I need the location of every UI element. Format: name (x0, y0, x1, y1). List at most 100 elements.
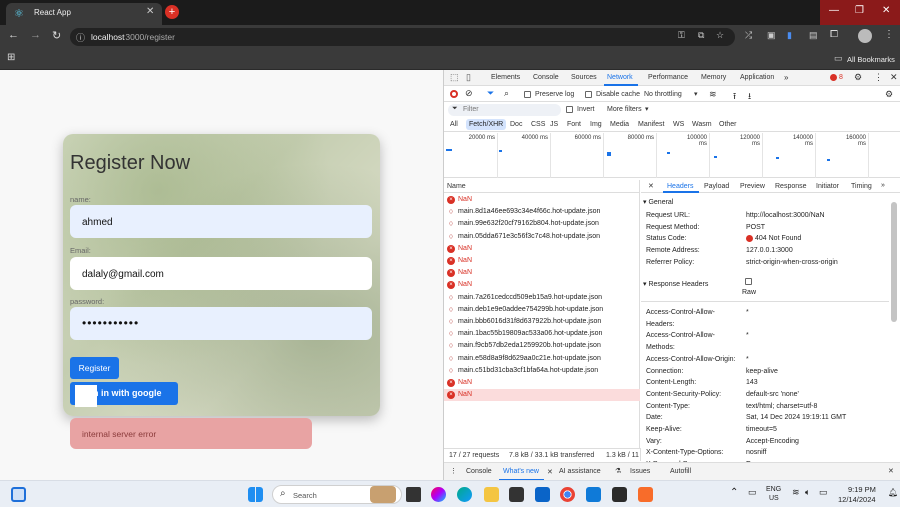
request-row[interactable]: ⟨⟩ main.99e632f20cf79162b804.hot-update.j… (444, 218, 640, 230)
issues-count[interactable]: 8 (839, 74, 843, 81)
extensions-puzzle-icon[interactable]: ⧠ (830, 29, 838, 40)
name-field[interactable]: ahmed (70, 205, 372, 238)
drawer-tab-whats-new[interactable]: What's new (503, 468, 539, 475)
drawer-tab-autofill[interactable]: Autofill (670, 468, 691, 475)
record-icon[interactable] (450, 90, 458, 98)
preserve-log-label[interactable]: Preserve log (535, 91, 574, 98)
request-row[interactable]: ⟨⟩ main.f9cb57db2eda1259920b.hot-update.j… (444, 340, 640, 352)
request-row[interactable]: × NaN (444, 194, 640, 206)
disable-cache-checkbox[interactable] (585, 91, 592, 98)
request-row[interactable]: ⟨⟩ main.bbb6016d31f8d637922b.hot-update.j… (444, 316, 640, 328)
preserve-log-checkbox[interactable] (524, 91, 531, 98)
profile-avatar[interactable] (858, 29, 872, 43)
tab-memory[interactable]: Memory (701, 74, 726, 81)
invert-label[interactable]: Invert (577, 106, 595, 113)
request-row[interactable]: ⟨⟩ main.1bac55b19809ac533a06.hot-update.j… (444, 328, 640, 340)
type-ws[interactable]: WS (673, 121, 684, 128)
close-tab-icon[interactable]: ✕ (146, 6, 154, 17)
type-font[interactable]: Font (567, 121, 581, 128)
request-row[interactable]: ⟨⟩ main.c51bd31cba3cf1bfa64a.hot-update.j… (444, 365, 640, 377)
star-icon[interactable]: ☆ (716, 30, 724, 41)
tab-console[interactable]: Console (533, 74, 559, 81)
browser-tab[interactable]: ⚛ React App ✕ (6, 3, 162, 25)
type-js[interactable]: JS (550, 121, 558, 128)
task-view-icon[interactable] (406, 487, 421, 502)
drawer-menu-icon[interactable]: ⋮ (450, 467, 457, 475)
type-manifest[interactable]: Manifest (638, 121, 664, 128)
start-icon[interactable] (248, 487, 263, 502)
request-row[interactable]: ⟨⟩ main.deb1e9e0addee754299b.hot-update.j… (444, 304, 640, 316)
tray-chevron-icon[interactable]: ⌃ (730, 487, 738, 498)
tab-performance[interactable]: Performance (648, 74, 688, 81)
edge-icon[interactable] (457, 487, 472, 502)
tab-sources[interactable]: Sources (571, 74, 597, 81)
more-tabs-icon[interactable]: » (784, 73, 788, 82)
request-row[interactable]: × NaN (444, 389, 640, 402)
request-row[interactable]: ⟨⟩ main.8d1a46ee693c34e4f66c.hot-update.j… (444, 206, 640, 218)
chevron-down-icon[interactable]: ▾ (645, 105, 649, 113)
tab-elements[interactable]: Elements (491, 74, 520, 81)
menu-icon[interactable]: ⋮ (884, 29, 894, 40)
store-icon[interactable] (509, 487, 524, 502)
detail-tab-payload[interactable]: Payload (704, 183, 729, 190)
type-all[interactable]: All (450, 121, 458, 128)
region-label[interactable]: US (769, 495, 779, 502)
clear-icon[interactable]: ⊘ (465, 88, 473, 99)
wifi-icon[interactable]: ≋ (792, 487, 800, 498)
vscode-icon[interactable] (586, 487, 601, 502)
detail-tab-timing[interactable]: Timing (851, 183, 872, 190)
more-filters-button[interactable]: More filters (607, 106, 642, 113)
type-doc[interactable]: Doc (510, 121, 522, 128)
close-detail-icon[interactable]: ✕ (648, 182, 654, 190)
raw-label[interactable]: Raw (742, 289, 756, 296)
disable-cache-label[interactable]: Disable cache (596, 91, 640, 98)
password-field[interactable]: ••••••••••• (70, 307, 372, 340)
general-section-toggle[interactable]: ▾ General (643, 198, 673, 206)
network-settings-icon[interactable]: ⚙ (885, 89, 893, 100)
volume-icon[interactable]: 🔈︎ (805, 487, 810, 498)
close-tab-icon[interactable]: ✕ (547, 468, 553, 476)
outlook-icon[interactable] (535, 487, 550, 502)
more-tabs-icon[interactable]: » (881, 182, 885, 189)
request-row[interactable]: × NaN (444, 267, 640, 279)
install-icon[interactable]: ⧉ (698, 30, 704, 41)
maximize-icon[interactable]: ❐ (855, 5, 864, 16)
filter-input[interactable]: ⏷ Filter (448, 104, 561, 116)
close-devtools-icon[interactable]: ✕ (890, 72, 898, 83)
key-icon[interactable]: ⚿ (678, 30, 685, 41)
extension-icon[interactable]: ⤮ (745, 30, 752, 41)
device-toolbar-icon[interactable]: ▯ (466, 72, 471, 83)
request-row[interactable]: × NaN (444, 377, 640, 389)
error-count-icon[interactable] (830, 74, 837, 81)
extension-icon[interactable]: ▤ (809, 30, 818, 41)
detail-tab-response[interactable]: Response (775, 183, 807, 190)
chevron-down-icon[interactable]: ▾ (694, 90, 698, 98)
language-label[interactable]: ENG (766, 486, 781, 493)
file-explorer-icon[interactable] (484, 487, 499, 502)
minimize-icon[interactable]: — (829, 5, 839, 16)
xampp-icon[interactable] (638, 487, 653, 502)
response-headers-toggle[interactable]: ▾ Response Headers (643, 280, 708, 288)
request-row[interactable]: × NaN (444, 255, 640, 267)
clock-time[interactable]: 9:19 PM (848, 485, 876, 494)
new-tab-button[interactable]: + (165, 5, 179, 19)
search-icon[interactable]: ⌕ (504, 88, 509, 99)
notification-bell-icon[interactable]: 🔔︎ (888, 488, 898, 497)
drawer-tab-ai-assistance[interactable]: AI assistance (559, 468, 601, 475)
drawer-tab-console[interactable]: Console (466, 468, 492, 475)
invert-checkbox[interactable] (566, 106, 573, 113)
url-bar[interactable]: ⓘ localhost :3000/register ⚿ ⧉ ☆ (70, 28, 735, 46)
site-info-icon[interactable]: ⓘ (76, 31, 85, 44)
extension-icon[interactable]: ▮ (787, 30, 792, 41)
more-options-icon[interactable]: ⋮ (874, 72, 883, 83)
type-img[interactable]: Img (590, 121, 602, 128)
detail-tab-preview[interactable]: Preview (740, 183, 765, 190)
drawer-tab-issues[interactable]: Issues (630, 468, 650, 475)
chrome-icon[interactable] (560, 487, 575, 502)
apps-icon[interactable]: ⊞ (7, 52, 15, 63)
terminal-icon[interactable] (612, 487, 627, 502)
detail-tab-headers[interactable]: Headers (667, 183, 693, 190)
reload-icon[interactable]: ↻ (52, 29, 61, 42)
type-media[interactable]: Media (610, 121, 629, 128)
tab-network[interactable]: Network (607, 74, 633, 81)
